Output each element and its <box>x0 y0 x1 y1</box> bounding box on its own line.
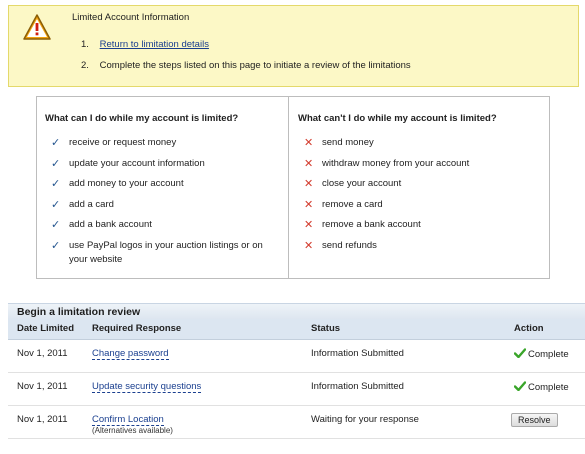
step-number: 1. <box>81 39 89 50</box>
can-do-text: use PayPal logos in your auction listing… <box>69 239 263 265</box>
cannot-do-text: send refunds <box>322 239 377 251</box>
can-do-text: add money to your account <box>69 178 184 189</box>
cannot-do-item: ✕ remove a card <box>298 198 541 219</box>
cannot-do-list: ✕ send money ✕ withdraw money from your ac… <box>298 136 541 259</box>
can-do-text: receive or request money <box>69 137 177 148</box>
cannot-do-item: ✕ withdraw money from your account <box>298 157 541 178</box>
cannot-do-item: ✕ send money <box>298 136 541 157</box>
action-cell: Complete <box>505 372 585 406</box>
green-check-icon <box>514 380 526 391</box>
cannot-do-item: ✕ send refunds <box>298 239 541 260</box>
checkmark-icon: ✓ <box>51 219 61 231</box>
review-title: Begin a limitation review <box>8 303 585 319</box>
review-table-header: Date Limited Required Response Status Ac… <box>8 319 585 340</box>
cannot-do-text: remove a card <box>322 198 383 210</box>
table-row: Nov 1, 2011 Change password Information … <box>8 339 585 373</box>
checkmark-icon: ✓ <box>51 178 61 190</box>
column-header-date: Date Limited <box>8 319 83 340</box>
notice-steps: 1. Return to limitation details 2. Compl… <box>81 39 411 81</box>
column-header-status: Status <box>302 319 505 340</box>
can-do-text: add a bank account <box>69 219 152 230</box>
cannot-do-item: ✕ close your account <box>298 177 541 198</box>
date-cell: Nov 1, 2011 <box>8 372 83 406</box>
status-cell: Information Submitted <box>302 372 505 406</box>
alternatives-note: (Alternatives available) <box>92 425 173 435</box>
can-do-item: ✓ add money to your account <box>45 177 280 198</box>
change-password-link[interactable]: Change password <box>92 347 169 360</box>
resolve-button[interactable]: Resolve <box>511 412 558 427</box>
status-cell: Waiting for your response <box>302 405 505 439</box>
column-header-response: Required Response <box>83 319 302 340</box>
date-cell: Nov 1, 2011 <box>8 339 83 373</box>
limitation-review-section: Begin a limitation review Date Limited R… <box>8 303 585 454</box>
date-cell: Nov 1, 2011 <box>8 405 83 439</box>
cross-icon: ✕ <box>304 137 314 149</box>
response-cell: Confirm Location (Alternatives available… <box>83 405 302 439</box>
cross-icon: ✕ <box>304 219 314 231</box>
response-cell: Update security questions <box>83 372 302 406</box>
can-do-item: ✓ add a card <box>45 198 280 219</box>
response-cell: Change password <box>83 339 302 373</box>
cross-icon: ✕ <box>304 178 314 190</box>
update-security-questions-link[interactable]: Update security questions <box>92 380 202 393</box>
warning-triangle-icon <box>23 14 51 40</box>
cannot-do-text: close your account <box>322 178 402 189</box>
complete-label: Complete <box>528 348 569 360</box>
cross-icon: ✕ <box>304 157 314 170</box>
complete-label: Complete <box>528 381 569 393</box>
green-check-icon <box>514 347 526 358</box>
cannot-do-text: withdraw money from your account <box>322 157 470 169</box>
status-cell: Information Submitted <box>302 339 505 373</box>
notice-step: 2. Complete the steps listed on this pag… <box>81 60 411 81</box>
cannot-do-text: remove a bank account <box>322 219 421 230</box>
notice-step: 1. Return to limitation details <box>81 39 411 60</box>
can-do-item: ✓ update your account information <box>45 157 280 178</box>
cannot-do-column: What can't I do while my account is limi… <box>290 97 549 278</box>
can-do-list: ✓ receive or request money ✓ update your a… <box>45 136 280 267</box>
can-do-column: What can I do while my account is limite… <box>37 97 289 278</box>
action-cell: Resolve <box>505 405 585 439</box>
checkmark-icon: ✓ <box>51 198 61 211</box>
table-row: Nov 1, 2011 Confirm Location (Alternativ… <box>8 405 585 439</box>
notice-title: Limited Account Information <box>72 12 190 23</box>
can-do-item: ✓ use PayPal logos in your auction listin… <box>45 239 280 267</box>
cannot-do-heading: What can't I do while my account is limi… <box>298 113 497 124</box>
can-do-item: ✓ add a bank account <box>45 218 280 239</box>
column-header-action: Action <box>505 319 585 340</box>
confirm-location-link[interactable]: Confirm Location <box>92 413 164 426</box>
review-table: Date Limited Required Response Status Ac… <box>8 319 585 439</box>
return-to-limitation-details-link[interactable]: Return to limitation details <box>100 39 209 50</box>
action-cell: Complete <box>505 339 585 373</box>
cross-icon: ✕ <box>304 239 314 252</box>
step-number: 2. <box>81 60 89 71</box>
can-do-text: add a card <box>69 198 114 210</box>
step-text: Complete the steps listed on this page t… <box>99 60 411 71</box>
can-do-heading: What can I do while my account is limite… <box>45 113 239 124</box>
limited-account-notice: Limited Account Information 1. Return to… <box>8 5 579 87</box>
cross-icon: ✕ <box>304 198 314 211</box>
table-row: Nov 1, 2011 Update security questions In… <box>8 372 585 406</box>
can-do-item: ✓ receive or request money <box>45 136 280 157</box>
account-limits-panel: What can I do while my account is limite… <box>36 96 550 279</box>
cannot-do-item: ✕ remove a bank account <box>298 218 541 239</box>
checkmark-icon: ✓ <box>51 137 61 149</box>
can-do-text: update your account information <box>69 157 205 169</box>
cannot-do-text: send money <box>322 137 374 148</box>
checkmark-icon: ✓ <box>51 157 61 170</box>
checkmark-icon: ✓ <box>51 239 61 252</box>
